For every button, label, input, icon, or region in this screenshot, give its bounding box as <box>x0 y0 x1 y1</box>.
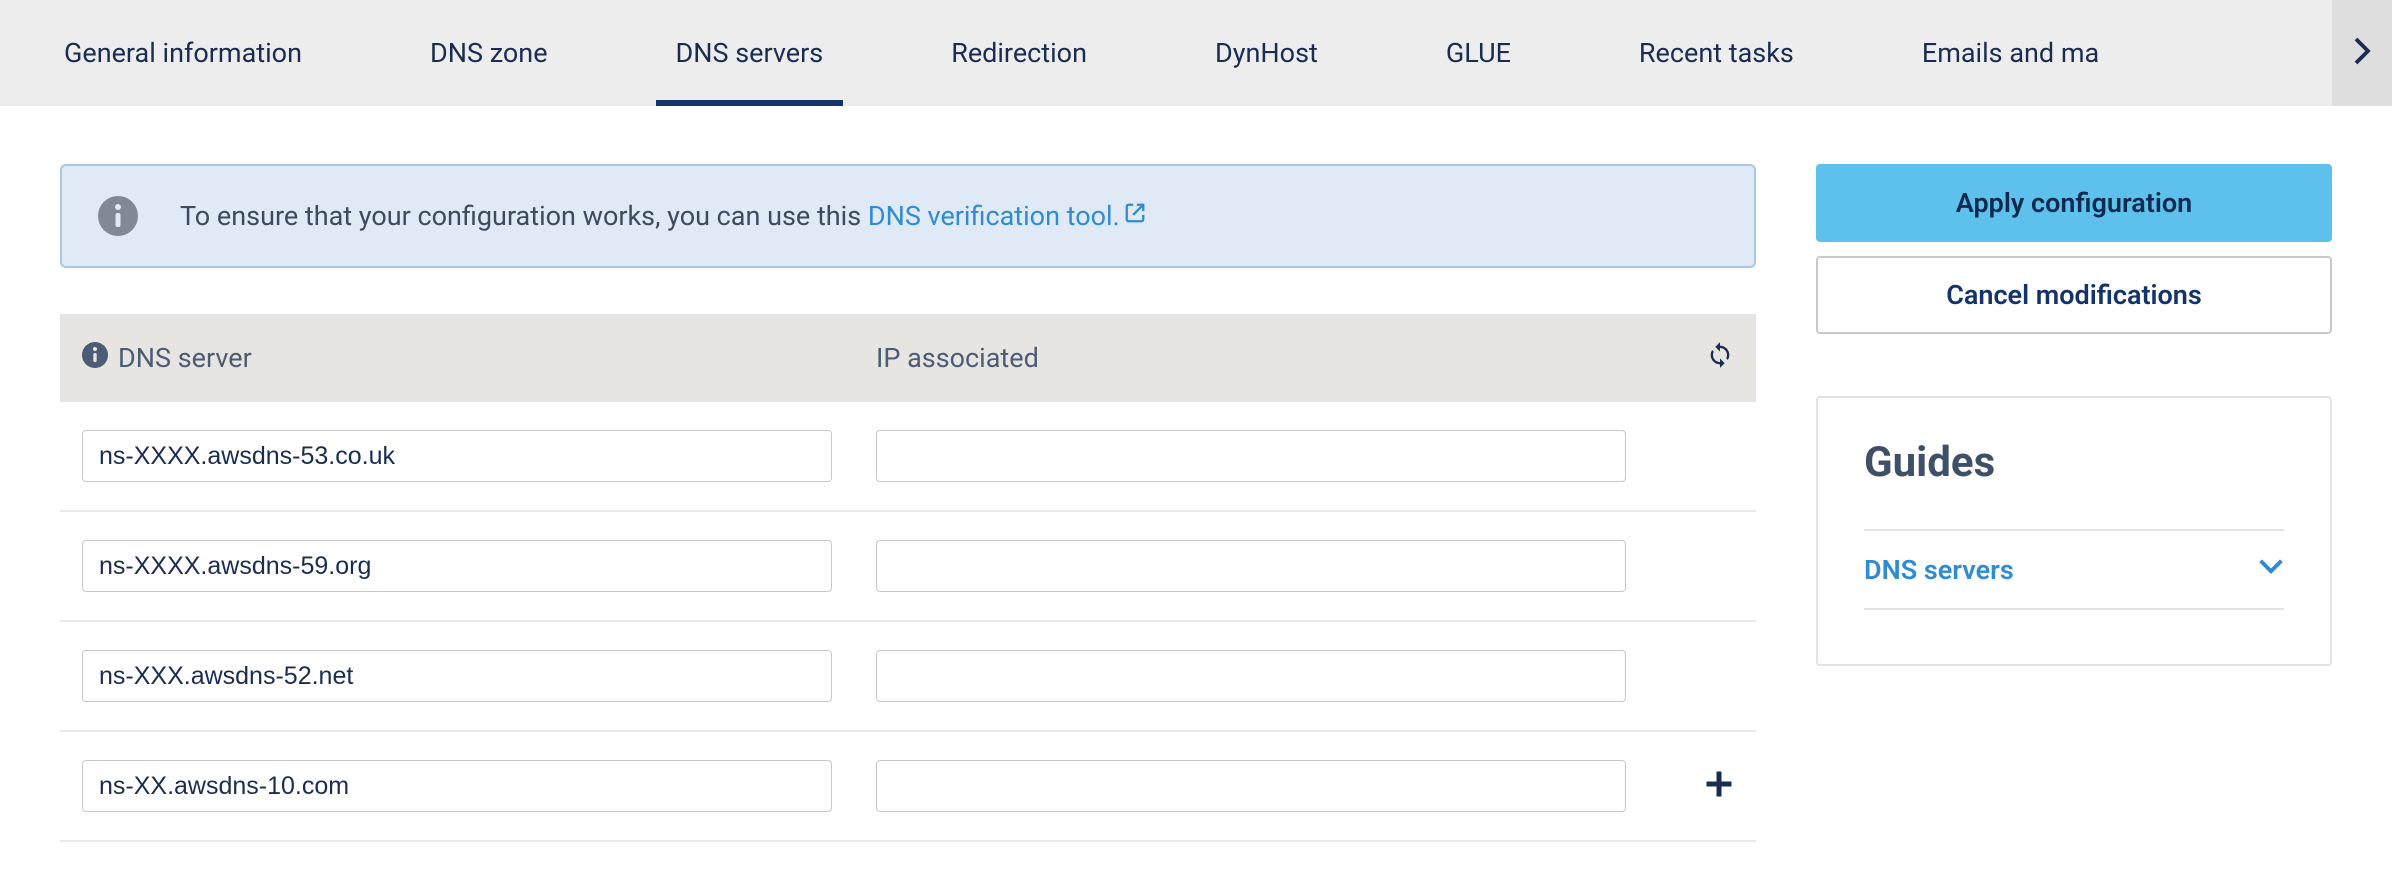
ip-input[interactable] <box>876 650 1626 702</box>
tab-label: DynHost <box>1215 37 1318 69</box>
ip-input[interactable] <box>876 430 1626 482</box>
column-header-ip: IP associated <box>876 342 1634 374</box>
refresh-button[interactable] <box>1706 341 1734 376</box>
table-row <box>60 512 1756 622</box>
guides-title: Guides <box>1864 438 2284 487</box>
cancel-modifications-button[interactable]: Cancel modifications <box>1816 256 2332 334</box>
tabs-scroll-right-button[interactable] <box>2332 0 2392 106</box>
tab-dynhost[interactable]: DynHost <box>1151 0 1382 106</box>
tab-label: DNS zone <box>430 37 548 69</box>
info-banner: To ensure that your configuration works,… <box>60 164 1756 268</box>
table-header: DNS server IP associated <box>60 314 1756 402</box>
link-text: DNS verification tool. <box>868 200 1120 232</box>
tab-label: Recent tasks <box>1639 37 1794 69</box>
dns-server-input[interactable] <box>82 650 832 702</box>
chevron-down-icon <box>2258 553 2284 586</box>
ip-input[interactable] <box>876 540 1626 592</box>
tabs-bar: General information DNS zone DNS servers… <box>0 0 2392 106</box>
button-label: Cancel modifications <box>1946 279 2202 311</box>
tab-label: DNS servers <box>676 37 824 69</box>
apply-configuration-button[interactable]: Apply configuration <box>1816 164 2332 242</box>
table-row <box>60 732 1756 842</box>
tab-glue[interactable]: GLUE <box>1382 0 1575 106</box>
table-row <box>60 402 1756 512</box>
add-row-button[interactable] <box>1704 769 1734 803</box>
info-banner-text: To ensure that your configuration works,… <box>180 200 1146 232</box>
info-icon <box>98 196 138 236</box>
guides-panel: Guides DNS servers <box>1816 396 2332 666</box>
dns-server-input[interactable] <box>82 430 832 482</box>
tab-dns-zone[interactable]: DNS zone <box>366 0 612 106</box>
external-link-icon <box>1120 200 1146 232</box>
tab-label: Emails and ma <box>1922 37 2099 69</box>
dns-server-input[interactable] <box>82 540 832 592</box>
guides-item-dns-servers[interactable]: DNS servers <box>1864 529 2284 610</box>
tab-label: Redirection <box>951 37 1087 69</box>
tab-redirection[interactable]: Redirection <box>887 0 1151 106</box>
tab-label: General information <box>64 37 302 69</box>
info-icon <box>82 342 108 375</box>
column-header-dns-server: DNS server <box>118 342 252 374</box>
dns-servers-table: DNS server IP associated <box>60 314 1756 842</box>
tab-emails[interactable]: Emails and ma <box>1858 0 2163 106</box>
table-row <box>60 622 1756 732</box>
guides-item-label: DNS servers <box>1864 554 2014 586</box>
tab-label: GLUE <box>1446 37 1511 69</box>
chevron-right-icon <box>2353 36 2371 70</box>
tab-recent-tasks[interactable]: Recent tasks <box>1575 0 1858 106</box>
info-text-prefix: To ensure that your configuration works,… <box>180 200 868 232</box>
ip-input[interactable] <box>876 760 1626 812</box>
tabs-list: General information DNS zone DNS servers… <box>0 0 2392 106</box>
tab-general-information[interactable]: General information <box>0 0 366 106</box>
dns-verification-link[interactable]: DNS verification tool. <box>868 200 1146 232</box>
tab-dns-servers[interactable]: DNS servers <box>612 0 888 106</box>
button-label: Apply configuration <box>1956 187 2192 219</box>
dns-server-input[interactable] <box>82 760 832 812</box>
